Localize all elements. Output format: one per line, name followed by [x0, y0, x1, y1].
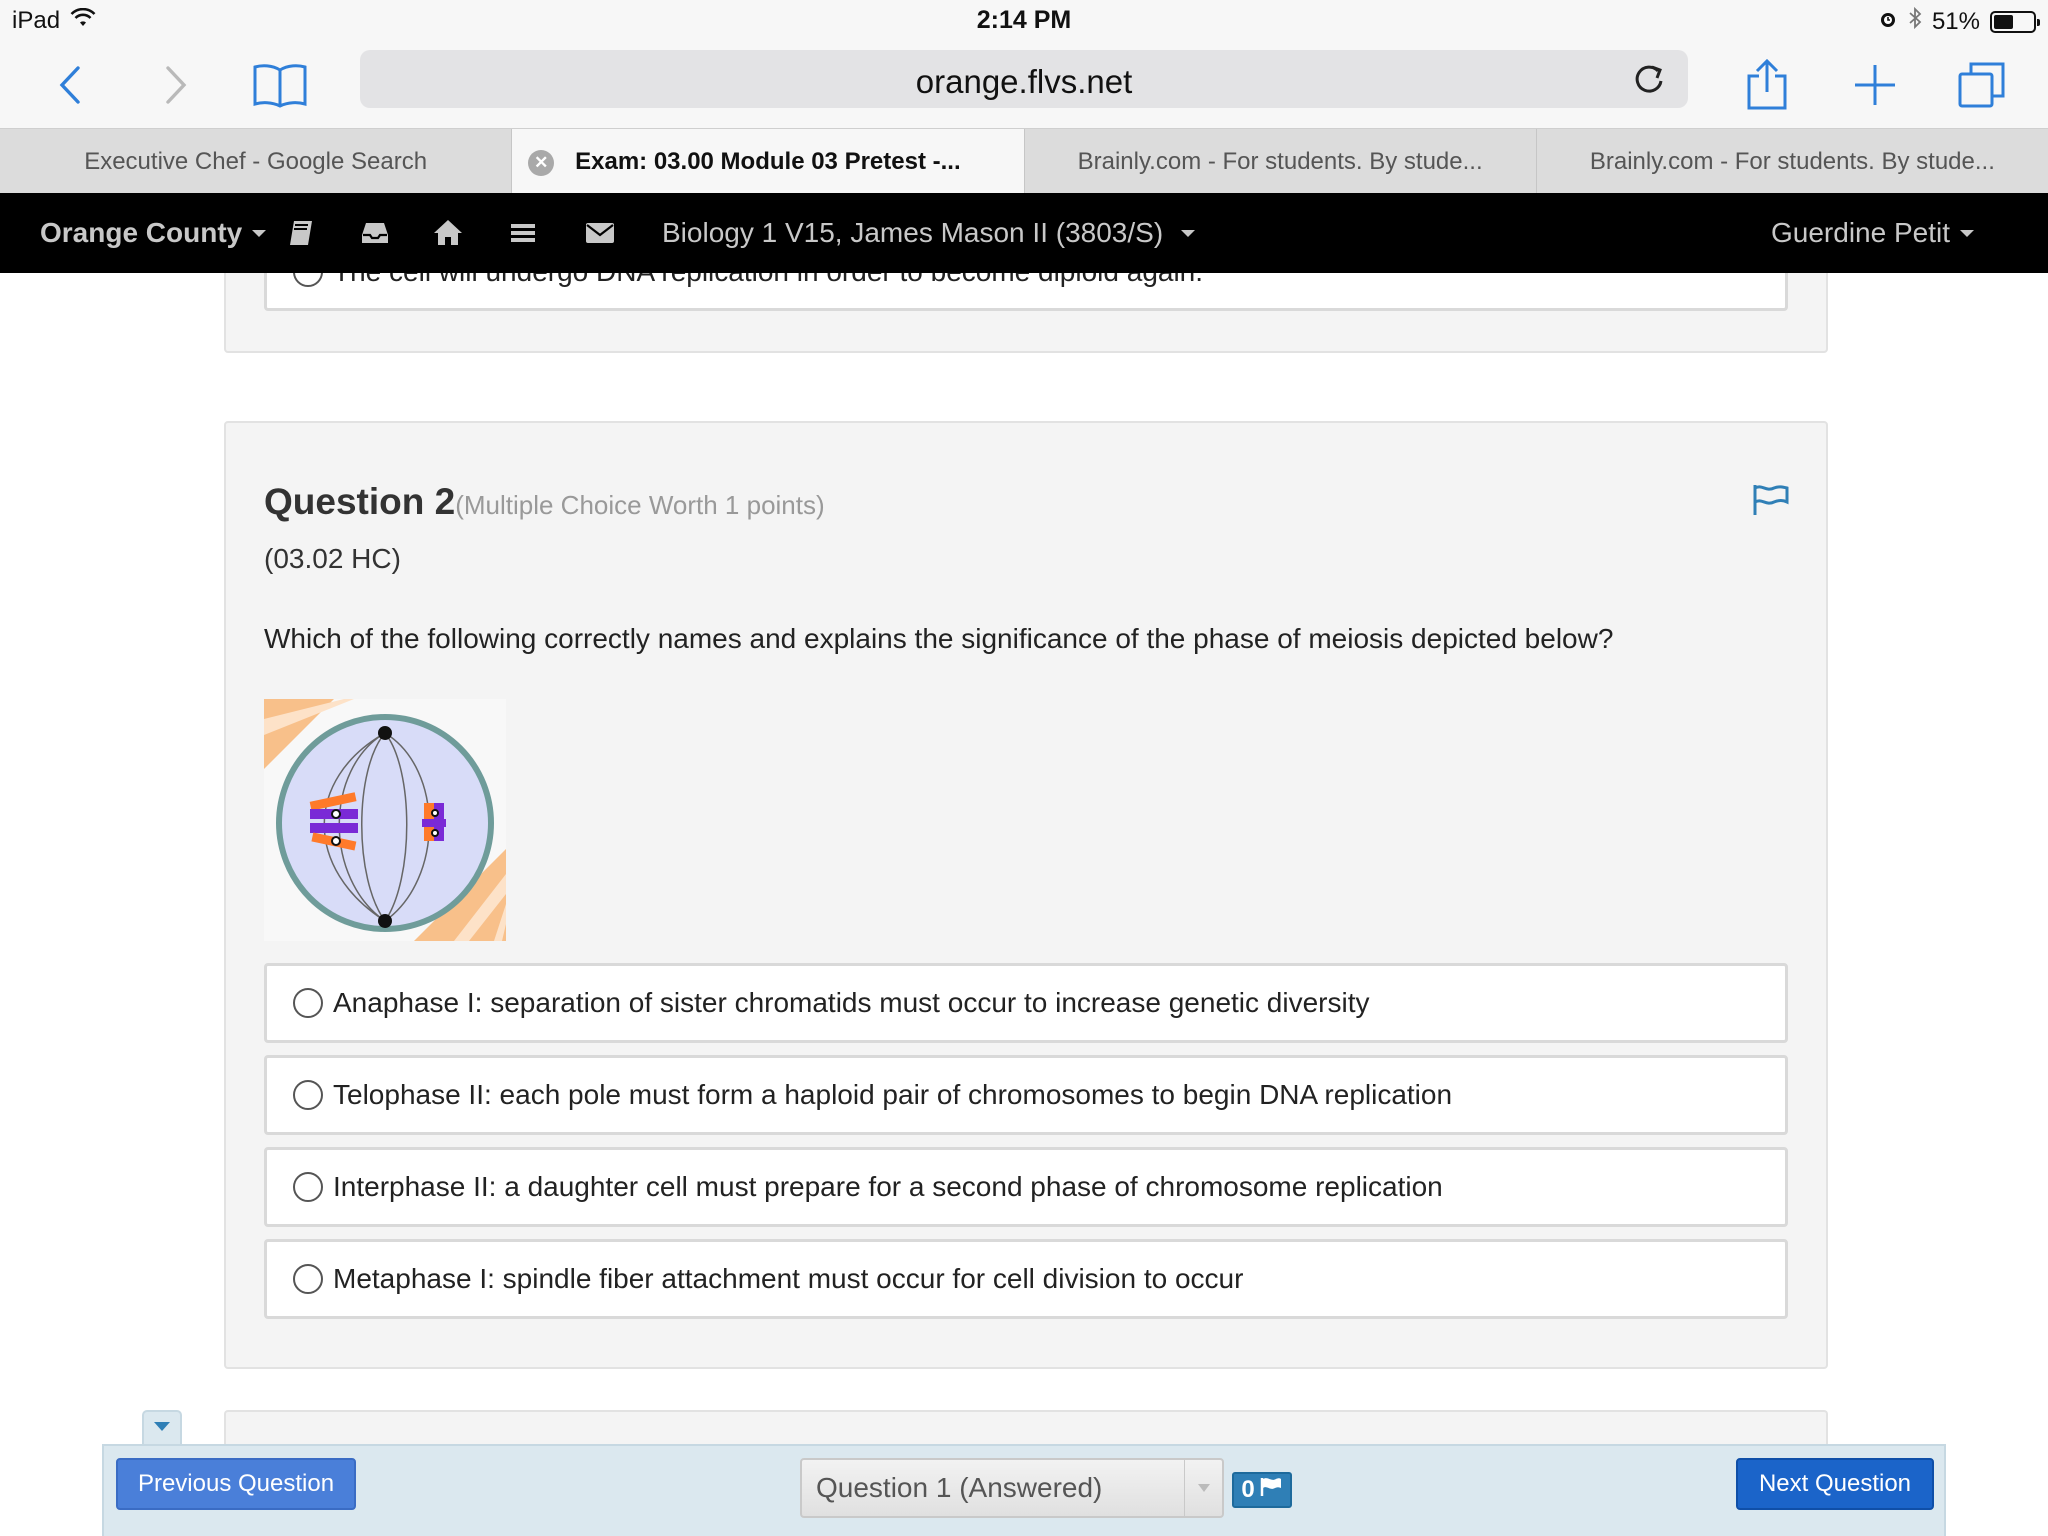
list-icon[interactable] [508, 215, 538, 256]
mail-icon[interactable] [584, 215, 616, 256]
school-name: Orange County [40, 217, 243, 248]
tab-label: Exam: 03.00 Module 03 Pretest -... [575, 147, 961, 175]
radio-button[interactable] [293, 1080, 323, 1110]
address-bar[interactable]: orange.flvs.net [360, 50, 1688, 108]
browser-tab[interactable]: Executive Chef - Google Search [0, 129, 513, 194]
bookmarks-icon[interactable] [250, 42, 310, 128]
status-time: 2:14 PM [976, 6, 1072, 34]
browser-toolbar: orange.flvs.net [0, 42, 2048, 128]
url-text: orange.flvs.net [915, 63, 1133, 100]
chevron-down-icon [1960, 229, 1974, 237]
question-meta: (Multiple Choice Worth 1 points) [455, 490, 825, 520]
question-heading: Question 2(Multiple Choice Worth 1 point… [264, 481, 825, 523]
answer-option-c[interactable]: Interphase II: a daughter cell must prep… [264, 1147, 1788, 1227]
share-icon[interactable] [1742, 42, 1792, 128]
flag-icon [1259, 1476, 1283, 1505]
user-name: Guerdine Petit [1771, 217, 1950, 248]
close-tab-icon[interactable]: ✕ [528, 150, 555, 176]
flag-question-icon[interactable] [1752, 483, 1790, 522]
back-icon[interactable] [50, 42, 90, 128]
radio-button[interactable] [293, 1264, 323, 1294]
chevron-down-icon [252, 229, 267, 237]
meiosis-diagram [264, 699, 506, 941]
browser-tab-strip: Executive Chef - Google Search ✕ Exam: 0… [0, 128, 2048, 194]
flagged-count-badge[interactable]: 0 [1232, 1472, 1292, 1508]
answer-option[interactable]: The cell will undergo DNA replication in… [264, 273, 1788, 311]
answer-option-label: Anaphase I: separation of sister chromat… [333, 987, 1370, 1018]
radio-button[interactable] [293, 988, 323, 1018]
question-panel-previous: The cell will undergo DNA replication in… [224, 273, 1828, 353]
exam-footer-bar: Previous Question Question 1 (Answered) … [102, 1444, 1946, 1536]
next-question-button[interactable]: Next Question [1736, 1458, 1934, 1510]
browser-tab[interactable]: Brainly.com - For students. By stude... [1025, 129, 1537, 194]
course-name: Biology 1 V15, James Mason II (3803/S) [662, 217, 1164, 248]
answer-option-label: The cell will undergo DNA replication in… [333, 273, 1203, 288]
home-icon[interactable] [432, 215, 464, 256]
question-select-value: Question 1 (Answered) [816, 1472, 1103, 1503]
ios-status-bar: iPad 2:14 PM 51% [0, 0, 2048, 42]
browser-tab[interactable]: Brainly.com - For students. By stude... [1537, 129, 2048, 194]
tab-label: Brainly.com - For students. By stude... [1077, 147, 1483, 175]
reload-icon[interactable] [1632, 62, 1666, 101]
site-nav-bar: Orange County Biology 1 V15, James Mason… [0, 193, 2048, 273]
user-menu[interactable]: Guerdine Petit [1771, 193, 1974, 273]
chevron-down-icon [1181, 229, 1196, 237]
question-text: Which of the following correctly names a… [264, 623, 1614, 654]
chevron-down-icon [1184, 1460, 1222, 1516]
answer-option-label: Interphase II: a daughter cell must prep… [333, 1171, 1443, 1202]
exam-content: The cell will undergo DNA replication in… [0, 273, 2048, 1536]
status-right: 51% [1878, 6, 2040, 37]
chevron-down-icon [153, 1420, 171, 1438]
answer-option-label: Telophase II: each pole must form a hapl… [333, 1079, 1453, 1110]
question-select[interactable]: Question 1 (Answered) [800, 1458, 1224, 1518]
previous-question-button[interactable]: Previous Question [116, 1458, 356, 1510]
alarm-icon [1878, 8, 1898, 36]
battery-fill [1994, 14, 2014, 29]
forward-icon[interactable] [156, 42, 196, 128]
question-title: Question 2 [264, 481, 456, 522]
book-icon[interactable] [288, 215, 316, 256]
bluetooth-icon [1908, 6, 1922, 37]
flagged-count: 0 [1241, 1476, 1255, 1503]
new-tab-icon[interactable] [1850, 42, 1900, 128]
question-panel: Question 2(Multiple Choice Worth 1 point… [224, 421, 1828, 1369]
answer-option-b[interactable]: Telophase II: each pole must form a hapl… [264, 1055, 1788, 1135]
course-menu[interactable]: Biology 1 V15, James Mason II (3803/S) [662, 193, 1196, 273]
radio-button[interactable] [293, 273, 323, 287]
answer-option-label: Metaphase I: spindle fiber attachment mu… [333, 1263, 1244, 1294]
question-code: (03.02 HC) [264, 543, 401, 574]
browser-tab-active[interactable]: ✕ Exam: 03.00 Module 03 Pretest -... [512, 129, 1025, 194]
tab-label: Brainly.com - For students. By stude... [1589, 147, 1995, 175]
answer-option-a[interactable]: Anaphase I: separation of sister chromat… [264, 963, 1788, 1043]
footer-toggle[interactable] [142, 1410, 182, 1446]
tabs-overview-icon[interactable] [1956, 42, 2008, 128]
battery-icon [1990, 10, 2040, 33]
answer-option-d[interactable]: Metaphase I: spindle fiber attachment mu… [264, 1239, 1788, 1319]
battery-percent: 51% [1931, 7, 1980, 35]
school-menu[interactable]: Orange County [40, 193, 267, 273]
radio-button[interactable] [293, 1172, 323, 1202]
tab-label: Executive Chef - Google Search [84, 147, 428, 175]
inbox-icon[interactable] [360, 215, 390, 256]
